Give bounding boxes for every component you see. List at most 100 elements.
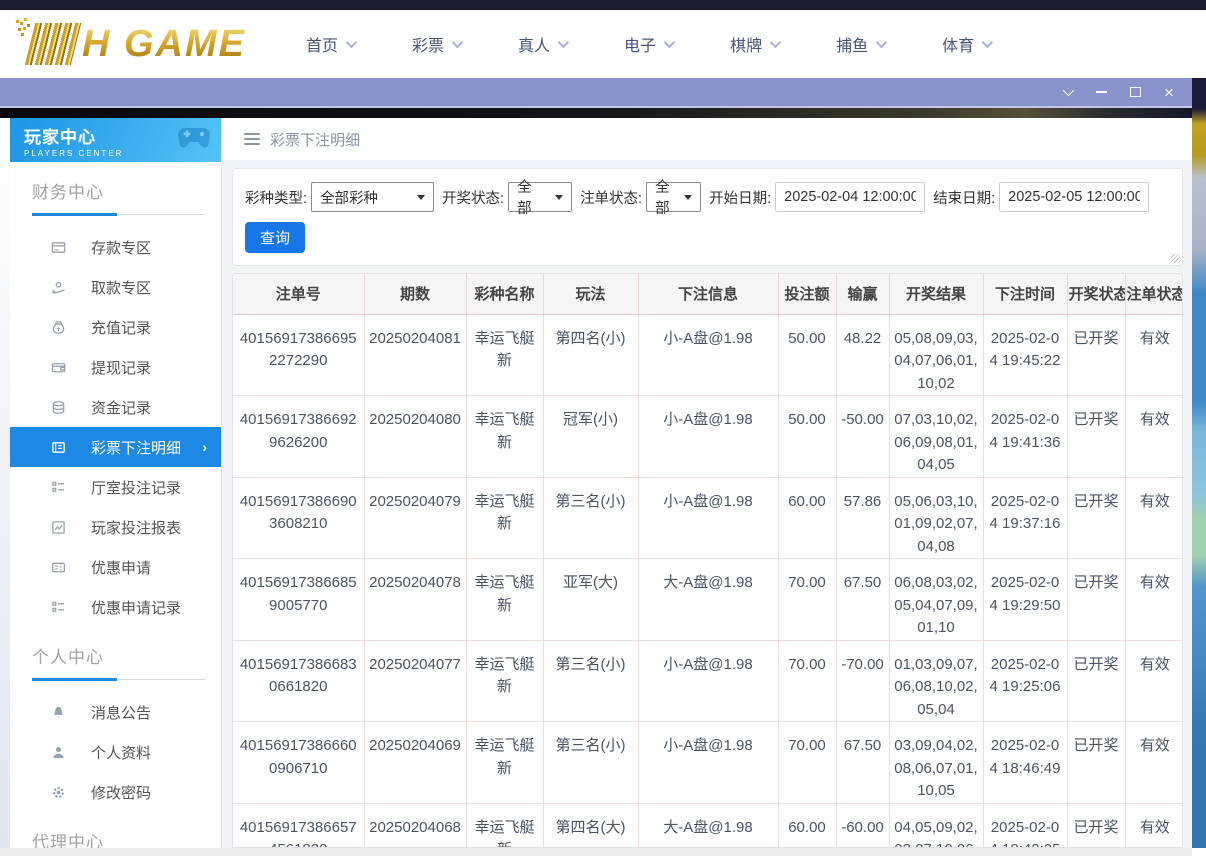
sidebar-item-profile[interactable]: 个人资料 (10, 732, 221, 772)
table-cell: -50.00 (836, 396, 889, 478)
table-cell: 2025-02-04 18:46:49 (983, 722, 1067, 804)
chevron-down-icon (982, 37, 993, 48)
table-cell: 20250204078 (364, 559, 466, 641)
table-cell: 401569173866952272290 (233, 314, 364, 396)
sidebar-item-label: 彩票下注明细 (91, 437, 181, 458)
sidebar: 玩家中心 PLAYERS CENTER 财务中心存款专区取款专区充值记录提现记录… (10, 118, 222, 848)
sidebar-item-label: 取款专区 (91, 277, 151, 298)
window-titlebar: × (0, 78, 1192, 108)
table-cell: 大-A盘@1.98 (638, 803, 778, 848)
sidebar-item-label: 消息公告 (91, 702, 151, 723)
sidebar-item-hall-bet-record[interactable]: 厅室投注记录 (10, 467, 221, 507)
sidebar-header: 玩家中心 PLAYERS CENTER (10, 118, 221, 162)
sidebar-item-withdraw[interactable]: 取款专区 (10, 267, 221, 307)
window-controls: × (1056, 82, 1180, 102)
table-cell: 04,05,09,02,03,07,10,06,01,08 (889, 803, 983, 848)
sidebar-item-change-password[interactable]: 修改密码 (10, 772, 221, 812)
main-content: 彩票下注明细 彩种类型: 全部彩种 开奖状态: 全部 注单状态: (222, 118, 1192, 848)
sidebar-item-funds-record[interactable]: 资金记录 (10, 387, 221, 427)
page-title: 彩票下注明细 (270, 129, 360, 150)
column-header: 输赢 (836, 274, 889, 314)
minimize-icon (1096, 91, 1107, 93)
table-cell: 冠军(小) (543, 396, 638, 478)
table-cell: 第三名(小) (543, 477, 638, 559)
section-underline (32, 214, 205, 215)
sidebar-item-deposit[interactable]: 存款专区 (10, 227, 221, 267)
sidebar-item-player-bet-report[interactable]: 玩家投注报表 (10, 507, 221, 547)
nav-item-slots[interactable]: 电子 (624, 32, 672, 56)
table-row: 40156917386683066182020250204077幸运飞艇新第三名… (233, 640, 1183, 722)
screen: H GAME 首页彩票真人电子棋牌捕鱼体育 × 玩家中心 PLAYERS CEN… (0, 0, 1206, 856)
table-cell: 小-A盘@1.98 (638, 314, 778, 396)
column-header: 注单号 (233, 274, 364, 314)
window-top-edge (0, 0, 1206, 10)
window-maximize-button[interactable] (1124, 82, 1146, 102)
end-date-input[interactable] (999, 182, 1149, 212)
table-cell: 401569173866574561830 (233, 803, 364, 848)
nav-item-label: 首页 (306, 32, 338, 56)
table-cell: 有效 (1125, 640, 1183, 722)
chevron-down-icon (558, 37, 569, 48)
sidebar-item-lottery-bet-detail[interactable]: 彩票下注明细 › (10, 427, 221, 467)
table-cell: 小-A盘@1.98 (638, 640, 778, 722)
sidebar-item-promo-apply-record[interactable]: 优惠申请记录 (10, 587, 221, 627)
logo-dots-decoration (16, 20, 30, 50)
chevron-down-icon (664, 37, 675, 48)
nav-item-sports[interactable]: 体育 (942, 32, 990, 56)
column-header: 投注额 (778, 274, 836, 314)
table-header-row: 注单号期数彩种名称玩法下注信息投注额输赢开奖结果下注时间开奖状态注单状态 (233, 274, 1183, 314)
sidebar-item-label: 优惠申请 (91, 557, 151, 578)
nav-item-label: 棋牌 (730, 32, 762, 56)
table-cell: 57.86 (836, 477, 889, 559)
start-date-input[interactable] (775, 182, 925, 212)
table-cell: 已开奖 (1067, 559, 1125, 641)
sidebar-item-promo-apply[interactable]: 优惠申请 (10, 547, 221, 587)
nav-item-lottery[interactable]: 彩票 (412, 32, 460, 56)
table-cell: 有效 (1125, 396, 1183, 478)
table-cell: 67.50 (836, 559, 889, 641)
sidebar-item-recharge-record[interactable]: 充值记录 (10, 307, 221, 347)
column-header: 下注信息 (638, 274, 778, 314)
column-header: 玩法 (543, 274, 638, 314)
wallet-icon (50, 360, 66, 375)
sidebar-item-label: 提现记录 (91, 357, 151, 378)
table-cell: 07,03,10,02,06,09,08,01,04,05 (889, 396, 983, 478)
filter-panel: 彩种类型: 全部彩种 开奖状态: 全部 注单状态: 全部 (232, 168, 1183, 266)
menu-toggle-icon[interactable] (244, 133, 260, 145)
chevron-right-icon: › (202, 439, 207, 455)
lottery-type-value: 全部彩种 (320, 187, 378, 208)
table-cell: 幸运飞艇新 (466, 640, 543, 722)
order-status-select[interactable]: 全部 (646, 182, 701, 212)
sidebar-item-withdraw-record[interactable]: 提现记录 (10, 347, 221, 387)
table-row: 40156917386695227229020250204081幸运飞艇新第四名… (233, 314, 1183, 396)
gear-icon (50, 785, 66, 800)
table-row: 40156917386690360821020250204079幸运飞艇新第三名… (233, 477, 1183, 559)
end-date-label: 结束日期: (933, 187, 995, 208)
window-minimize-button[interactable] (1090, 82, 1112, 102)
table-cell: 2025-02-04 19:37:16 (983, 477, 1067, 559)
draw-status-select[interactable]: 全部 (508, 182, 572, 212)
chevron-down-icon (346, 37, 357, 48)
list-icon (50, 480, 66, 495)
table-cell: 已开奖 (1067, 640, 1125, 722)
table-cell: 50.00 (778, 314, 836, 396)
nav-item-home[interactable]: 首页 (306, 32, 354, 56)
table-cell: 20250204069 (364, 722, 466, 804)
site-header: H GAME 首页彩票真人电子棋牌捕鱼体育 (0, 10, 1206, 78)
search-button[interactable]: 查询 (245, 222, 305, 253)
table-cell: 已开奖 (1067, 722, 1125, 804)
lottery-type-select[interactable]: 全部彩种 (311, 182, 434, 212)
sidebar-item-messages[interactable]: 消息公告 (10, 692, 221, 732)
nav-item-board[interactable]: 棋牌 (730, 32, 778, 56)
table-cell: 05,08,09,03,04,07,06,01,10,02 (889, 314, 983, 396)
table-cell: 有效 (1125, 314, 1183, 396)
column-header: 期数 (364, 274, 466, 314)
window-close-button[interactable]: × (1158, 82, 1180, 102)
nav-item-live[interactable]: 真人 (518, 32, 566, 56)
table-cell: 20250204081 (364, 314, 466, 396)
coupon-icon (50, 560, 66, 575)
nav-item-fishing[interactable]: 捕鱼 (836, 32, 884, 56)
table-cell: 2025-02-04 19:45:22 (983, 314, 1067, 396)
window-dropdown-button[interactable] (1056, 82, 1078, 102)
breadcrumb: 彩票下注明细 (222, 118, 1192, 160)
